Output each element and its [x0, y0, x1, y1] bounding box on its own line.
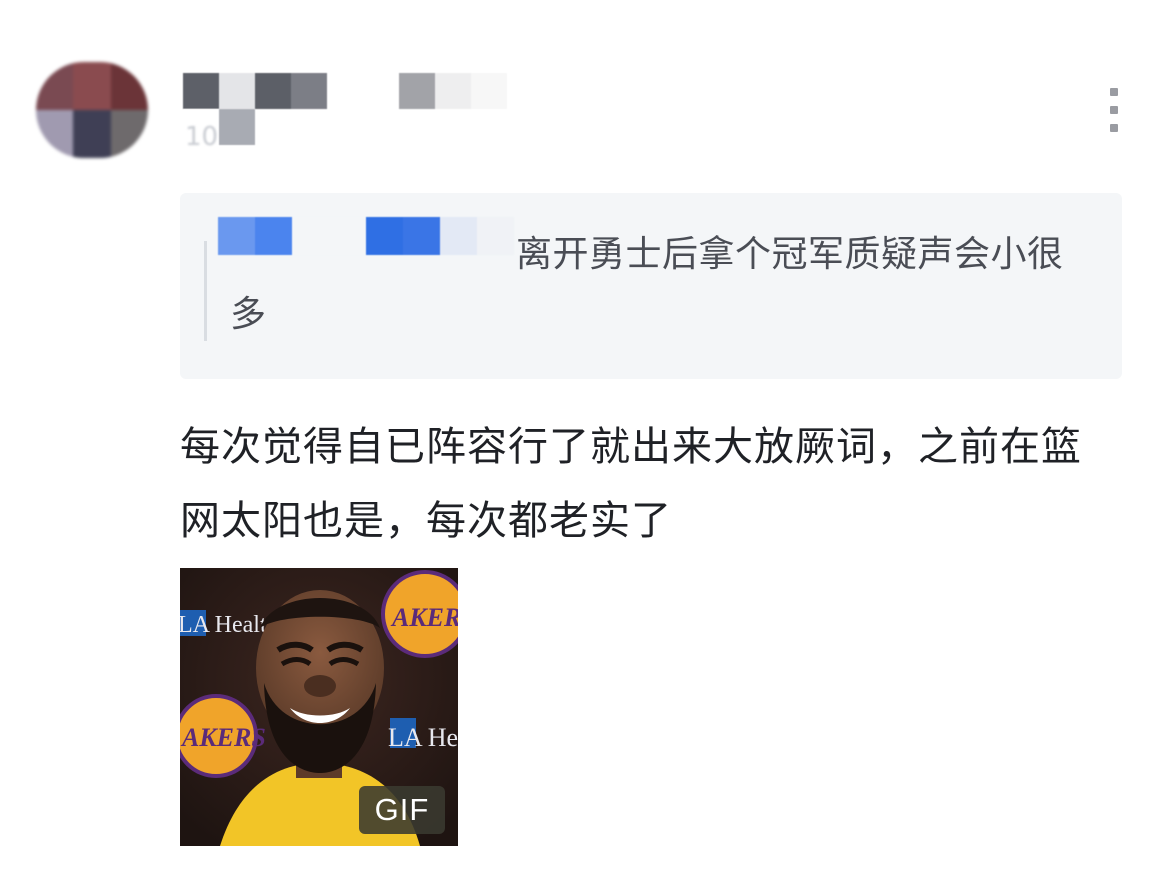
username-obscured[interactable]: [183, 73, 507, 109]
logo-text-top: AKERS: [390, 603, 458, 632]
comment-meta: 10: [185, 122, 219, 152]
logo-text-left: AKERS: [180, 723, 266, 752]
comment-card: 10 离开勇士后拿个冠军质疑声会小很多 每次觉得自已阵容行了就出来大放厥词，之前…: [0, 0, 1170, 877]
sponsor-sign-right: LA He: [388, 723, 458, 752]
quoted-reply[interactable]: 离开勇士后拿个冠军质疑声会小很多: [180, 193, 1122, 379]
more-vertical-icon[interactable]: [1104, 86, 1124, 136]
quote-divider: [204, 241, 207, 341]
avatar[interactable]: [36, 62, 148, 158]
gif-thumbnail[interactable]: AKERS AKERS LA Healt LA He: [180, 568, 458, 846]
quoted-text: 离开勇士后拿个冠军质疑声会小很多: [230, 234, 1064, 335]
gif-badge: GIF: [359, 786, 445, 834]
sponsor-sign-left: LA Healt: [180, 612, 267, 638]
comment-text: 每次觉得自已阵容行了就出来大放厥词，之前在篮网太阳也是，每次都老实了: [180, 424, 1082, 544]
